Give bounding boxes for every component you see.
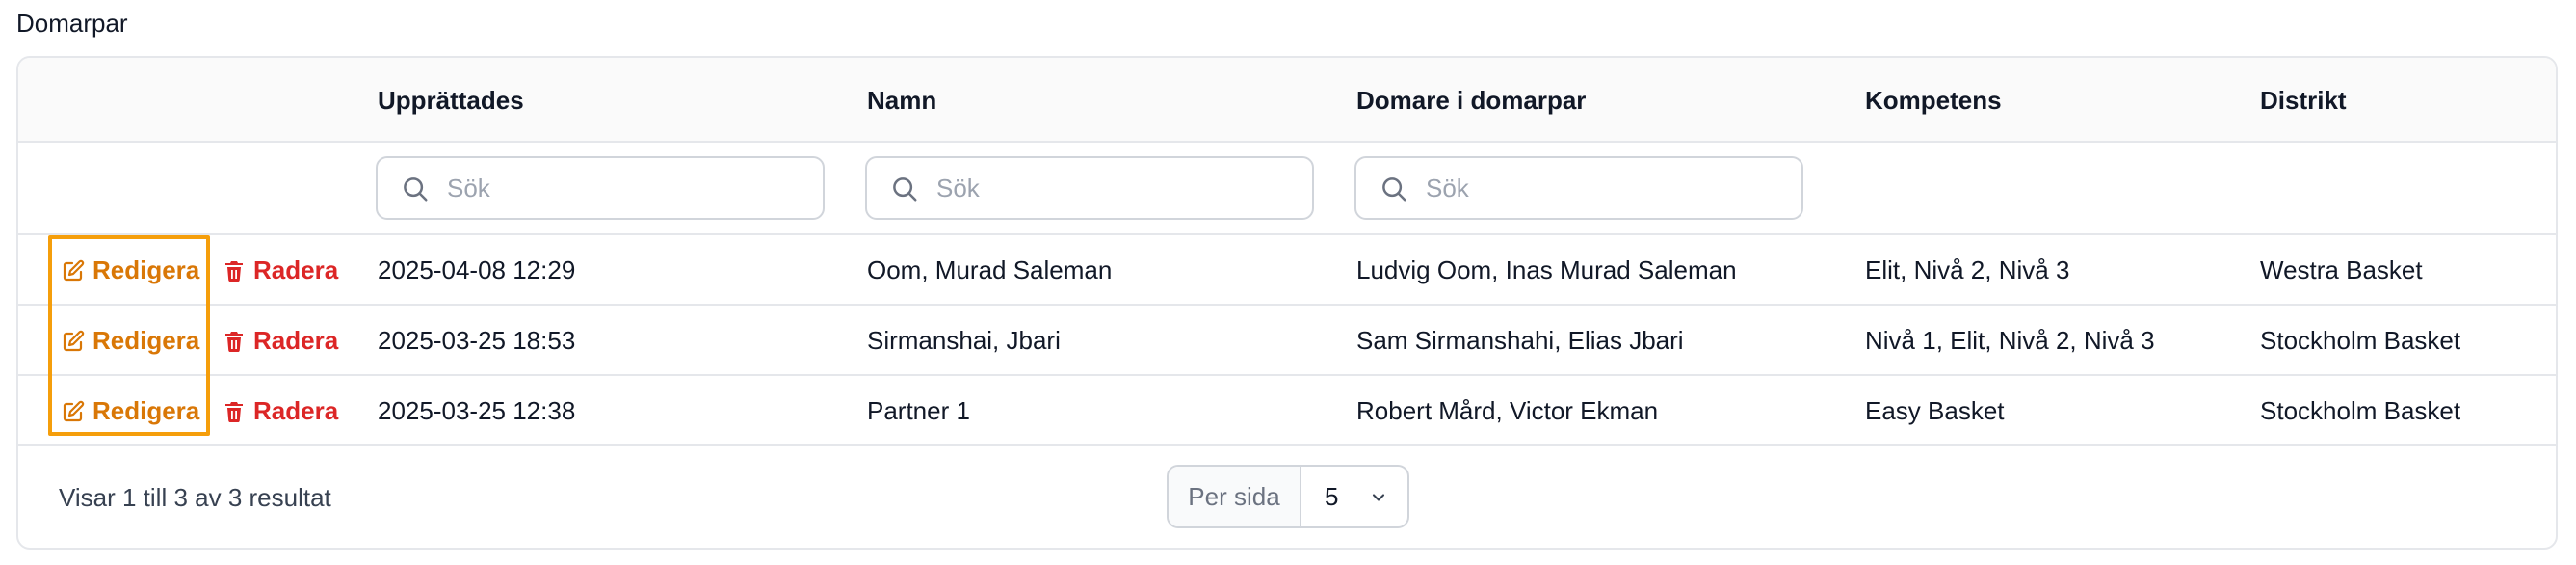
per-page-control: Per sida 5 <box>1167 465 1409 528</box>
cell-district: Stockholm Basket <box>2260 396 2461 425</box>
cell-competence: Easy Basket <box>1865 396 2005 425</box>
cell-name: Sirmanshai, Jbari <box>867 326 1061 355</box>
delete-button[interactable]: Radera <box>223 235 338 306</box>
cell-competence: Elit, Nivå 2, Nivå 3 <box>1865 256 2070 284</box>
cell-established: 2025-03-25 18:53 <box>378 326 576 355</box>
chevron-down-icon <box>1372 494 1385 501</box>
section-title: Domarpar <box>16 9 128 38</box>
search-icon <box>893 177 917 202</box>
search-icon <box>1382 177 1406 202</box>
search-established-field <box>376 156 825 220</box>
per-page-value: 5 <box>1325 482 1339 511</box>
delete-label: Radera <box>253 326 339 355</box>
search-referees-field <box>1354 156 1803 220</box>
edit-label: Redigera <box>92 326 200 355</box>
edit-button[interactable]: Redigera <box>62 376 199 446</box>
column-header-established[interactable]: Upprättades <box>378 58 524 143</box>
edit-button[interactable]: Redigera <box>62 235 199 306</box>
cell-district: Stockholm Basket <box>2260 326 2461 355</box>
cell-referees: Robert Mård, Victor Ekman <box>1356 396 1659 425</box>
search-icon <box>404 177 428 202</box>
column-header-district[interactable]: Distrikt <box>2260 58 2347 143</box>
cell-name: Oom, Murad Saleman <box>867 256 1113 284</box>
cell-established: 2025-03-25 12:38 <box>378 396 576 425</box>
delete-button[interactable]: Radera <box>223 376 338 446</box>
column-header-name[interactable]: Namn <box>867 58 936 143</box>
edit-button[interactable]: Redigera <box>62 306 199 376</box>
table-footer: Visar 1 till 3 av 3 resultat Per sida 5 <box>18 445 2556 548</box>
table-row: Redigera Radera 2025-03-25 18:53 Sirmans… <box>18 306 2556 376</box>
search-name-input[interactable] <box>936 168 1293 208</box>
edit-icon <box>63 400 85 421</box>
edit-label: Redigera <box>92 396 200 425</box>
column-header-referees[interactable]: Domare i domarpar <box>1356 58 1586 143</box>
column-header-competence[interactable]: Kompetens <box>1865 58 2002 143</box>
search-established-input[interactable] <box>447 168 803 208</box>
cell-referees: Ludvig Oom, Inas Murad Saleman <box>1356 256 1737 284</box>
trash-icon <box>225 331 243 352</box>
edit-icon <box>63 330 85 351</box>
delete-label: Radera <box>253 256 339 284</box>
table-row: Redigera Radera 2025-03-25 12:38 Partner… <box>18 376 2556 446</box>
result-count: Visar 1 till 3 av 3 resultat <box>59 483 331 512</box>
search-name-field <box>865 156 1314 220</box>
cell-name: Partner 1 <box>867 396 970 425</box>
referee-pairs-table: Upprättades Namn Domare i domarpar Kompe… <box>16 56 2558 550</box>
per-page-label: Per sida <box>1169 467 1301 526</box>
trash-icon <box>225 401 243 422</box>
search-referees-input[interactable] <box>1426 168 1782 208</box>
cell-district: Westra Basket <box>2260 256 2423 284</box>
table-header: Upprättades Namn Domare i domarpar Kompe… <box>18 58 2556 143</box>
per-page-select[interactable]: 5 <box>1303 467 1407 526</box>
filter-row <box>18 143 2556 235</box>
edit-label: Redigera <box>92 256 200 284</box>
trash-icon <box>225 260 243 282</box>
edit-icon <box>63 259 85 281</box>
delete-label: Radera <box>253 396 339 425</box>
cell-competence: Nivå 1, Elit, Nivå 2, Nivå 3 <box>1865 326 2155 355</box>
table-row: Redigera Radera 2025-04-08 12:29 Oom, Mu… <box>18 235 2556 306</box>
delete-button[interactable]: Radera <box>223 306 338 376</box>
cell-established: 2025-04-08 12:29 <box>378 256 576 284</box>
cell-referees: Sam Sirmanshahi, Elias Jbari <box>1356 326 1684 355</box>
